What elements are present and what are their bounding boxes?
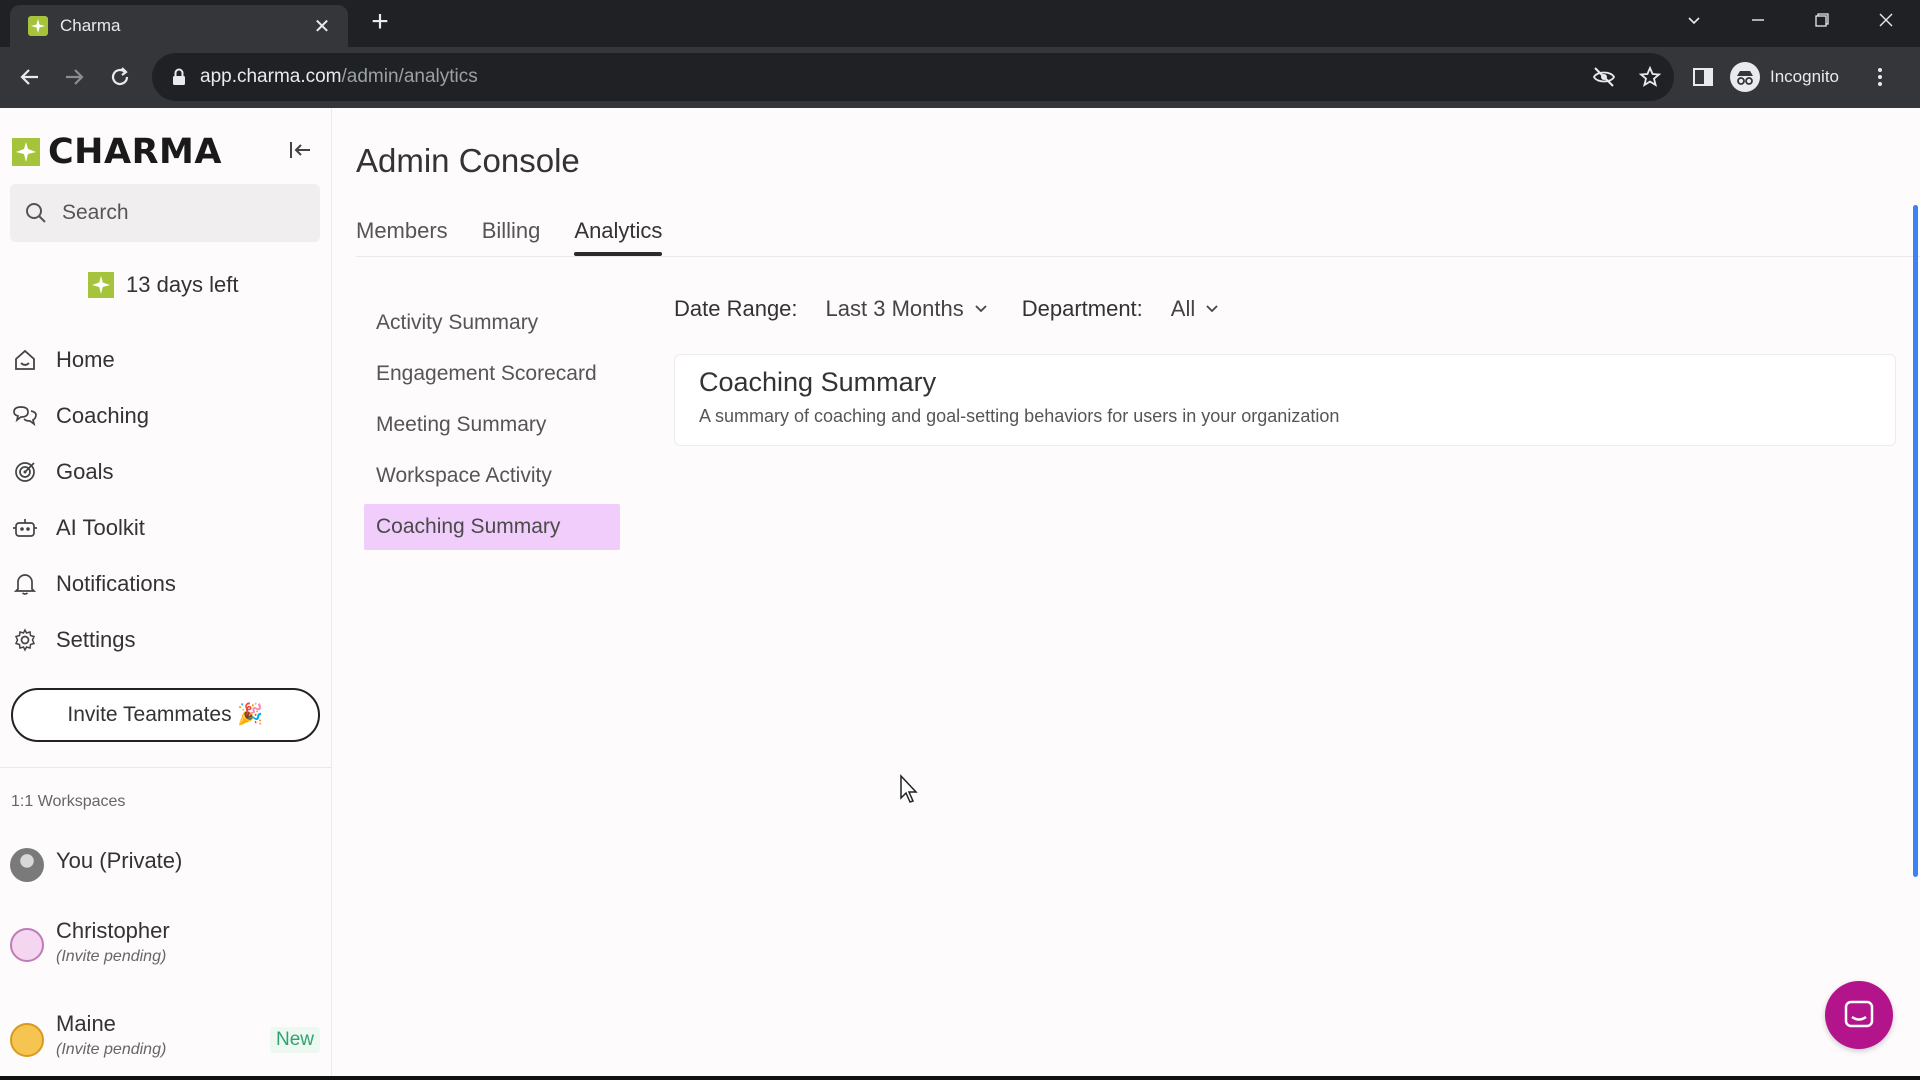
workspace-item-christopher[interactable]: Christopher (Invite pending) [10, 918, 320, 966]
subnav-workspace-activity[interactable]: Workspace Activity [364, 453, 620, 499]
sidebar-item-label: Settings [56, 627, 136, 652]
trial-status: 13 days left [88, 272, 239, 298]
eye-off-icon[interactable] [1592, 65, 1616, 89]
date-range-value: Last 3 Months [825, 296, 964, 321]
minimize-icon[interactable] [1728, 0, 1788, 40]
search-input[interactable] [62, 201, 302, 225]
incognito-label: Incognito [1770, 67, 1839, 86]
workspace-name: Christopher [56, 918, 170, 943]
avatar [10, 928, 44, 962]
close-window-icon[interactable] [1856, 0, 1916, 40]
url-host: app.charma.com [200, 66, 342, 87]
browser-menu-icon[interactable] [1876, 59, 1884, 95]
filters-bar: Date Range: Last 3 Months Department: Al… [674, 296, 1253, 322]
address-bar[interactable]: app.charma.com/admin/analytics [152, 53, 1674, 101]
sidebar-item-settings[interactable]: Settings [0, 612, 332, 668]
sidebar-nav: Home Coaching Goals AI Toolkit Notificat… [0, 332, 332, 668]
sidebar-item-label: Coaching [56, 403, 149, 428]
tab-analytics[interactable]: Analytics [574, 218, 663, 256]
back-icon[interactable] [12, 59, 48, 95]
restore-icon[interactable] [1792, 0, 1852, 40]
browser-toolbar: app.charma.com/admin/analytics Incognito [0, 47, 1920, 108]
avatar [10, 848, 44, 882]
new-badge: New [269, 1027, 320, 1053]
department-value: All [1170, 296, 1196, 321]
mouse-cursor-icon [900, 774, 918, 803]
star-bookmark-icon[interactable] [1638, 65, 1662, 89]
card-description: A summary of coaching and goal-setting b… [699, 406, 1340, 426]
target-icon [12, 459, 38, 485]
admin-tabs: Members Billing Analytics [356, 218, 696, 256]
collapse-sidebar-icon[interactable] [286, 136, 314, 164]
sidebar-item-label: Home [56, 347, 115, 372]
logo-text: CHARMA [48, 132, 222, 172]
browser-tab-title: Charma [60, 16, 121, 35]
date-range-dropdown[interactable]: Last 3 Months [826, 296, 988, 322]
coaching-icon [12, 403, 38, 429]
lock-icon [173, 68, 185, 85]
tab-members[interactable]: Members [356, 218, 448, 256]
tab-billing[interactable]: Billing [482, 218, 541, 256]
subnav-activity-summary[interactable]: Activity Summary [364, 300, 620, 346]
department-label: Department: [1021, 296, 1143, 321]
invite-teammates-button[interactable]: Invite Teammates 🎉 [11, 688, 320, 742]
workspaces-heading: 1:1 Workspaces [11, 793, 126, 810]
side-panel-icon[interactable] [1692, 59, 1714, 95]
sidebar-divider [0, 767, 332, 768]
browser-tab-bar: Charma ✕ + [0, 0, 1920, 47]
chevron-down-icon [975, 305, 987, 313]
incognito-icon [1730, 62, 1760, 92]
charma-logo-icon [12, 138, 40, 166]
gear-icon [12, 627, 38, 653]
sidebar-item-coaching[interactable]: Coaching [0, 388, 332, 444]
trial-star-icon [88, 272, 114, 298]
workspace-name: Maine [56, 1011, 116, 1036]
forward-icon[interactable] [56, 59, 92, 95]
page-scrollbar[interactable] [1913, 205, 1918, 877]
trial-days-left: 13 days left [126, 272, 239, 297]
sidebar-item-label: Notifications [56, 571, 176, 596]
workspace-status: (Invite pending) [56, 1041, 167, 1058]
sidebar-item-home[interactable]: Home [0, 332, 332, 388]
workspace-item-private[interactable]: You (Private) [10, 848, 320, 882]
analytics-subnav: Activity Summary Engagement Scorecard Me… [364, 300, 620, 555]
sidebar-item-notifications[interactable]: Notifications [0, 556, 332, 612]
workspace-name: You (Private) [56, 848, 183, 873]
chat-support-button[interactable] [1825, 981, 1893, 1049]
card-title: Coaching Summary [699, 367, 937, 397]
subnav-coaching-summary[interactable]: Coaching Summary [364, 504, 620, 550]
coaching-summary-card: Coaching Summary A summary of coaching a… [674, 354, 1896, 446]
charma-favicon-icon [28, 16, 48, 36]
date-range-label: Date Range: [674, 296, 798, 321]
new-tab-icon[interactable]: + [364, 7, 396, 39]
bottom-edge [0, 1076, 1920, 1080]
bell-icon [12, 571, 38, 597]
department-dropdown[interactable]: All [1171, 296, 1219, 322]
robot-icon [12, 515, 38, 541]
close-tab-icon[interactable]: ✕ [310, 14, 334, 39]
tab-search-icon[interactable] [1664, 0, 1724, 40]
sidebar-item-ai-toolkit[interactable]: AI Toolkit [0, 500, 332, 556]
search-icon [26, 203, 46, 223]
subnav-meeting-summary[interactable]: Meeting Summary [364, 402, 620, 448]
sidebar-item-label: AI Toolkit [56, 515, 145, 540]
chevron-down-icon [1206, 305, 1218, 313]
sidebar-item-label: Goals [56, 459, 114, 484]
workspace-item-maine[interactable]: Maine (Invite pending) New [10, 1011, 320, 1059]
charma-logo[interactable]: CHARMA [12, 132, 222, 172]
sidebar-item-goals[interactable]: Goals [0, 444, 332, 500]
home-icon [12, 347, 38, 373]
tabs-divider [356, 256, 1920, 257]
url-path: /admin/analytics [341, 66, 478, 87]
workspace-status: (Invite pending) [56, 948, 167, 965]
browser-tab[interactable]: Charma ✕ [10, 5, 348, 47]
reload-icon[interactable] [102, 59, 138, 95]
avatar [10, 1023, 44, 1057]
chat-icon [1844, 1000, 1874, 1028]
incognito-profile[interactable]: Incognito [1730, 55, 1839, 99]
subnav-engagement-scorecard[interactable]: Engagement Scorecard [364, 351, 620, 397]
search-box[interactable] [10, 184, 320, 242]
sidebar: CHARMA 13 days left Home Coaching Goals [0, 108, 332, 1080]
page-title: Admin Console [356, 142, 580, 179]
